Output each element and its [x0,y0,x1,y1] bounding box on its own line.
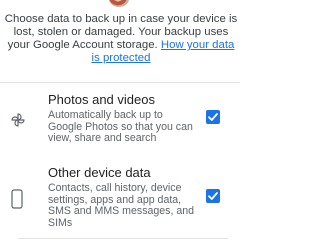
pinwheel-icon [10,112,26,133]
option-description: Automatically back up to Google Photos s… [48,109,193,144]
photos-videos-checkbox[interactable] [206,110,220,124]
divider [0,82,240,83]
option-other-device-data[interactable]: Other device data Contacts, call history… [0,165,240,237]
other-device-data-checkbox[interactable] [206,189,220,203]
option-description: Contacts, call history, device settings,… [48,182,195,229]
checkmark-icon [208,113,218,121]
backup-intro: Choose data to back up in case your devi… [4,13,238,65]
divider [18,238,228,239]
account-avatar [109,0,129,7]
option-photos-videos[interactable]: Photos and videos Automatically back up … [0,92,240,150]
phone-icon [10,189,24,214]
checkmark-icon [208,192,218,200]
option-title: Photos and videos [48,92,155,107]
option-title: Other device data [48,165,151,180]
